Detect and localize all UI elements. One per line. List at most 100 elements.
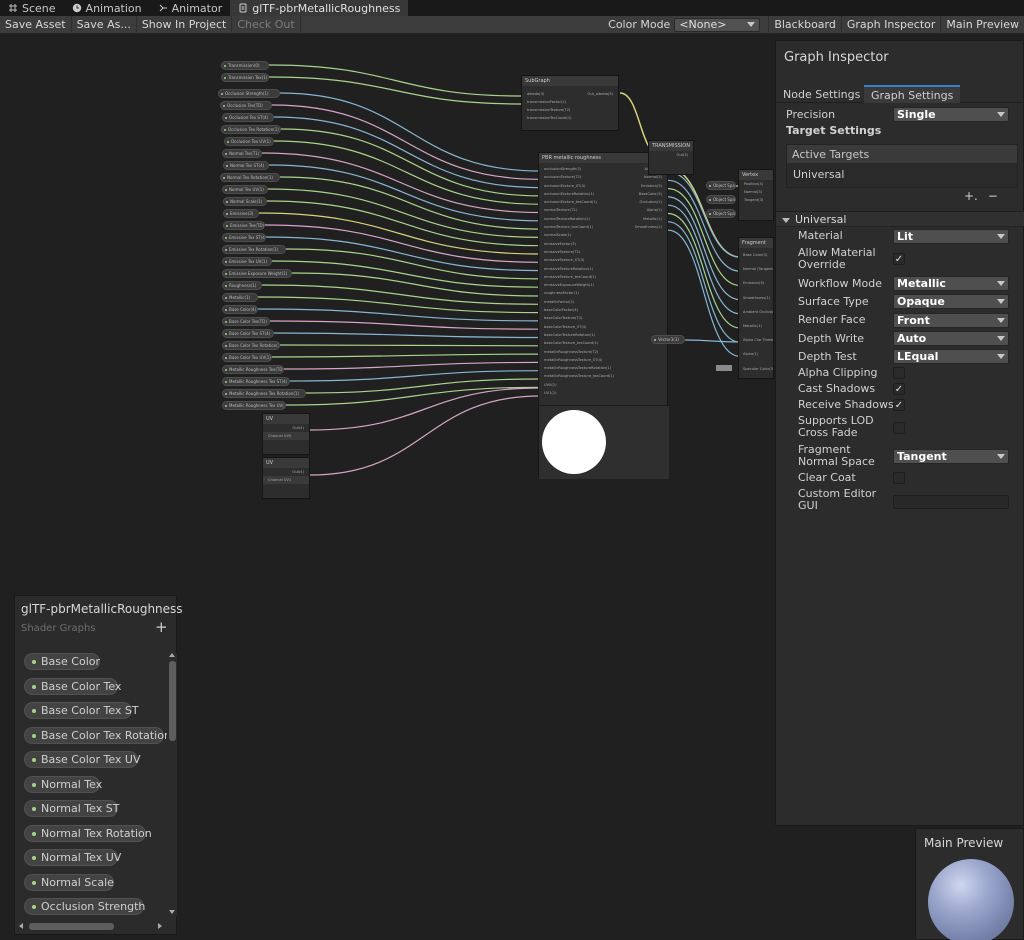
fragment-master-node[interactable]: Fragment Base Color(3)Normal (Tangent Sp…	[738, 237, 774, 379]
scroll-left-icon[interactable]	[19, 923, 23, 929]
node-port-label[interactable]: occlusionStrength(1)	[539, 165, 623, 173]
property-node[interactable]: Transmission Tex(1)	[221, 73, 269, 82]
node-port-label[interactable]: albedo(3)	[522, 90, 582, 98]
property-node[interactable]: Metallic Roughness Tex UV(1)	[222, 401, 286, 410]
blackboard-property-item[interactable]: Normal Tex Rotation	[24, 824, 152, 842]
uv-node-1[interactable]: UV Out(4) Channel UV1	[262, 457, 310, 499]
blackboard-property-item[interactable]: Base Color Tex Rotation	[24, 726, 167, 744]
node-port-label[interactable]: Position(3)	[739, 180, 773, 188]
depth-test-select[interactable]: LEqual	[893, 349, 1009, 364]
node-wire[interactable]	[271, 353, 541, 358]
tab-animator[interactable]: Animator	[150, 0, 231, 16]
node-wire[interactable]	[667, 204, 741, 315]
check-out-button[interactable]: Check Out	[232, 15, 301, 34]
custom-editor-input[interactable]	[893, 495, 1009, 509]
tab-node-settings[interactable]: Node Settings	[776, 85, 867, 103]
node-port-label[interactable]: occlusionTexture_texCoord(1)	[539, 198, 623, 206]
node-port-label[interactable]: Out(4)	[263, 424, 309, 432]
node-port-label[interactable]: normalTexture(T2)	[539, 206, 623, 214]
node-port-label[interactable]: Smoothness(1)	[621, 223, 667, 231]
vertical-scrollbar[interactable]	[168, 653, 177, 916]
node-wire[interactable]	[273, 140, 541, 205]
uv-node-0[interactable]: UV Out(4) Channel UV0	[262, 413, 310, 455]
node-port-label[interactable]: emissiveTexture_texCoord(1)	[539, 273, 623, 281]
property-node[interactable]: Normal Scale(1)	[223, 197, 267, 206]
node-wire[interactable]	[279, 92, 541, 172]
node-port-label[interactable]: Metallic(1)	[621, 215, 667, 223]
node-port-label[interactable]: transmissionFactor(1)	[522, 98, 582, 106]
color-swatch[interactable]	[716, 365, 732, 371]
property-node[interactable]: Occlusion Tex ST(4)	[222, 113, 274, 122]
property-node[interactable]: Normal Tex(T1)	[222, 149, 262, 158]
material-select[interactable]: Lit	[893, 229, 1009, 244]
receive-shadows-checkbox[interactable]: ✓	[893, 399, 905, 411]
property-node[interactable]: Occlusion Tex UV(1)	[224, 137, 274, 146]
node-port-label[interactable]: baseColorTexture_texCoord(1)	[539, 339, 623, 347]
node-port-label[interactable]: UV0(2)	[539, 381, 623, 389]
node-wire[interactable]	[257, 296, 541, 314]
lod-crossfade-checkbox[interactable]	[893, 422, 905, 434]
node-port-label[interactable]: Smoothness(1)	[739, 291, 773, 305]
node-port-label[interactable]: Alpha Clip Threshold(1)	[739, 333, 773, 347]
precision-select[interactable]: Single	[893, 107, 1009, 122]
node-port-label[interactable]: Metallic(1)	[739, 319, 773, 333]
property-node[interactable]: Emissive Tex(TD)	[223, 221, 265, 230]
workflow-select[interactable]: Metallic	[893, 276, 1009, 291]
node-port-label[interactable]: Alpha(1)	[621, 206, 667, 214]
property-node[interactable]: Occlusion Tex Rotation(1)	[221, 125, 281, 134]
node-wire[interactable]	[279, 344, 541, 347]
blackboard-property-item[interactable]: Normal Tex UV	[24, 849, 121, 866]
node-port-label[interactable]: normalScale(1)	[539, 231, 623, 239]
node-port-label[interactable]: metallicRoughnessTexture(T2)	[539, 348, 623, 356]
node-port-label[interactable]: emissiveTextureRotation(1)	[539, 265, 623, 273]
blackboard-property-item[interactable]: Base Color Tex ST	[24, 702, 139, 719]
property-node[interactable]: Emissive Tex Rotation(1)	[222, 245, 286, 254]
node-wire[interactable]	[266, 200, 541, 247]
property-node[interactable]: Base Color(4)	[222, 305, 258, 314]
node-port-label[interactable]: Ambient Occlusion(1)	[739, 305, 773, 319]
save-as-button[interactable]: Save As...	[72, 15, 137, 34]
uv-channel-select[interactable]: Channel UV0	[263, 432, 309, 440]
property-node[interactable]: Normal Tex UV(1)	[222, 185, 268, 194]
node-port-label[interactable]: occlusionTextureRotation(1)	[539, 190, 623, 198]
node-port-label[interactable]: baseColorTextureRotation(1)	[539, 331, 623, 339]
blackboard-property-item[interactable]: Normal Tex	[24, 775, 102, 793]
scroll-right-icon[interactable]	[158, 923, 162, 929]
property-node[interactable]: Base Color Tex(TD)	[222, 317, 270, 326]
node-port-label[interactable]: Tangent(3)	[739, 196, 773, 204]
remove-target-button[interactable]: −	[988, 189, 998, 204]
property-node[interactable]: Metallic Roughness Tex Rotation(1)	[222, 389, 306, 398]
node-port-label[interactable]: transmissionTexCoord(1)	[522, 114, 582, 122]
property-node[interactable]: Base Color Tex Rotation(1)	[222, 341, 280, 350]
node-port-label[interactable]: Emission(3)	[739, 276, 773, 290]
universal-section-header[interactable]: Universal	[776, 211, 1024, 227]
node-port-label[interactable]: normalTextureRotation(1)	[539, 215, 623, 223]
property-node[interactable]: Metallic(1)	[222, 293, 258, 302]
property-node[interactable]: Occlusion Strength(1)	[218, 89, 280, 98]
tab-shader-graph[interactable]: glTF-pbrMetallicRoughness	[230, 0, 409, 16]
node-port-label[interactable]: Normal (Tangent Space)(3)	[739, 262, 773, 276]
node-wire[interactable]	[283, 361, 541, 370]
node-wire[interactable]	[261, 152, 541, 214]
node-port-label[interactable]: occlusionTexture_ST(4)	[539, 182, 623, 190]
surface-type-select[interactable]: Opaque	[893, 294, 1009, 309]
tab-scene[interactable]: Scene	[0, 0, 64, 16]
graph-inspector-toggle-button[interactable]: Graph Inspector	[840, 15, 941, 34]
node-port-label[interactable]: normalTexture_texCoord(1)	[539, 223, 623, 231]
depth-write-select[interactable]: Auto	[893, 331, 1009, 346]
blackboard-property-item[interactable]: Base Color	[24, 653, 100, 670]
node-wire[interactable]	[257, 308, 541, 322]
cast-shadows-checkbox[interactable]: ✓	[893, 383, 905, 395]
node-wire[interactable]	[273, 332, 541, 339]
add-target-button[interactable]: +.	[964, 189, 978, 204]
property-node[interactable]: Base Color Tex UV(1)	[222, 353, 272, 362]
node-port-label[interactable]: Out(3)	[649, 151, 693, 159]
target-item-universal[interactable]: Universal	[787, 163, 1017, 187]
node-port-label[interactable]: Occlusion(1)	[621, 198, 667, 206]
property-node[interactable]: Normal Tex Rotation(1)	[220, 173, 280, 182]
save-asset-button[interactable]: Save Asset	[0, 15, 72, 34]
node-port-label[interactable]: Base Color(3)	[739, 248, 773, 262]
node-port-label[interactable]: BaseColor(3)	[621, 190, 667, 198]
node-port-label[interactable]: occlusionTexture(T2)	[539, 173, 623, 181]
property-node[interactable]: Roughness(1)	[222, 281, 262, 290]
